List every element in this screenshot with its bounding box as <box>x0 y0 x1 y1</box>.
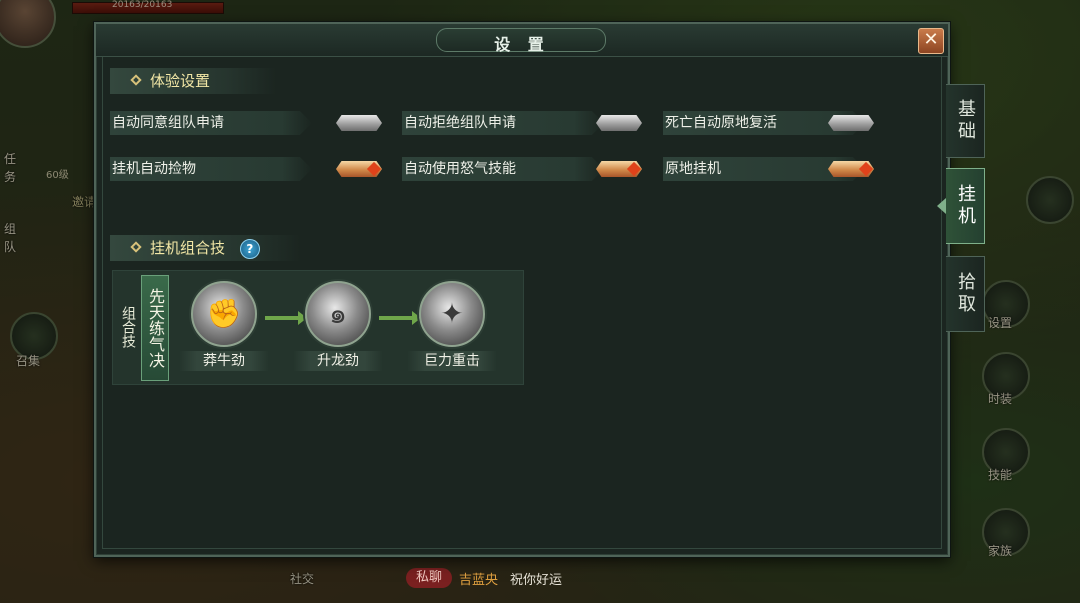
chat-channel-badge[interactable]: 私聊 <box>406 568 452 588</box>
dialog-title: 设 置 <box>494 35 550 54</box>
skill-label-3: 巨力重击 <box>407 351 497 371</box>
toggle-auto-revive[interactable] <box>828 115 874 131</box>
diamond-icon <box>130 74 142 86</box>
help-icon[interactable]: ? <box>239 238 260 259</box>
option-auto-reject-team: 自动拒绝组队申请 <box>402 111 604 135</box>
tab-pickup[interactable]: 拾取 <box>946 256 985 332</box>
skill-label-2: 升龙劲 <box>293 351 383 371</box>
close-icon: ✕ <box>923 29 939 50</box>
chat-message: 祝你好运 <box>510 573 563 588</box>
dragon-icon[interactable]: ๑ <box>305 281 371 347</box>
tab-basic[interactable]: 基础 <box>946 84 985 158</box>
toggle-auto-accept-team[interactable] <box>336 115 382 131</box>
toggle-auto-rage-skill[interactable] <box>596 161 642 177</box>
strike-icon[interactable]: ✦ <box>419 281 485 347</box>
close-button[interactable]: ✕ <box>918 28 944 54</box>
skill-label-1: 莽牛劲 <box>179 351 269 371</box>
option-auto-accept-team: 自动同意组队申请 <box>110 111 312 135</box>
option-auto-rage-skill: 自动使用怒气技能 <box>402 157 604 181</box>
chat-sender[interactable]: 吉蓝央 <box>459 569 498 588</box>
toggle-auto-pickup[interactable] <box>336 161 382 177</box>
fist-icon[interactable]: ✊ <box>191 281 257 347</box>
settings-dialog: 设 置 ✕ 体验设置 自动同意组队申请 自动拒绝组队申请 死亡自动原地复活 挂机… <box>94 22 950 557</box>
option-auto-pickup: 挂机自动捡物 <box>110 157 312 181</box>
section-title-combo: 挂机组合技 <box>150 239 226 257</box>
section-combo: 挂机组合技 ? <box>110 235 300 261</box>
toggle-auto-reject-team[interactable] <box>596 115 642 131</box>
toggle-idle-in-place[interactable] <box>828 161 874 177</box>
arrow-right-icon <box>265 311 307 325</box>
combo-side: 组合技 先天练气决 <box>113 271 169 382</box>
dialog-title-bar: 设 置 ✕ <box>96 24 948 57</box>
diamond-icon <box>130 241 142 253</box>
combo-tag: 组合技 <box>120 306 136 348</box>
section-experience: 体验设置 <box>110 68 276 94</box>
combo-name-button[interactable]: 先天练气决 <box>141 275 169 381</box>
active-tab-pointer <box>937 198 946 214</box>
arrow-right-icon <box>379 311 421 325</box>
combo-panel: 组合技 先天练气决 ✊ 莽牛劲 ๑ 升龙劲 ✦ 巨力重击 <box>112 270 524 385</box>
section-title-experience: 体验设置 <box>150 72 211 90</box>
tab-idle[interactable]: 挂机 <box>946 168 985 244</box>
